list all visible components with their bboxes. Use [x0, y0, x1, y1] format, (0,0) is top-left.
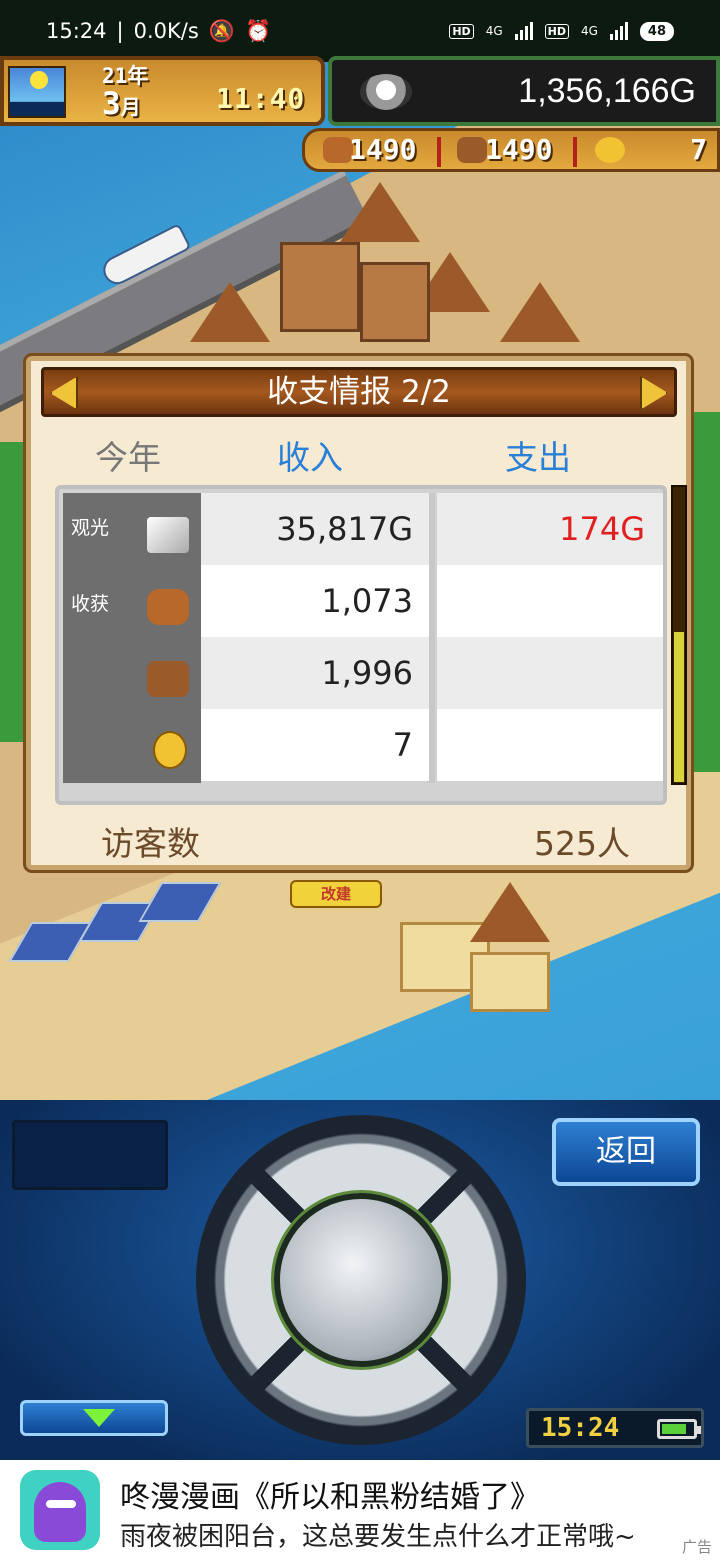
- ad-banner[interactable]: 咚漫漫画《所以和黑粉结婚了》 雨夜被困阳台，这总要发生点什么才正常哦~ 广告: [0, 1460, 720, 1560]
- silver-bar-icon: [147, 517, 189, 553]
- dialog-scrollbar[interactable]: [671, 485, 687, 785]
- expense-value: [437, 565, 663, 637]
- renovate-sign[interactable]: 改建: [290, 880, 382, 908]
- period-header: 今年: [95, 438, 161, 477]
- row-label-harvest: 收获: [71, 593, 110, 615]
- expense-value: [437, 637, 663, 709]
- month: 3月: [102, 86, 141, 122]
- income-header: 收入: [277, 438, 343, 477]
- network-type: 4G: [580, 24, 598, 38]
- table-row: 35,817G 174G: [201, 493, 663, 565]
- expense-value: [437, 709, 663, 781]
- mute-icon: 🔕: [208, 18, 235, 43]
- app-logo-icon[interactable]: [20, 1470, 100, 1550]
- wood-icon: [147, 661, 189, 697]
- wood-count: 1490: [485, 133, 553, 166]
- sun-icon: [30, 71, 48, 89]
- visitors-value: 525人: [534, 824, 630, 863]
- hd-icon: HD: [544, 23, 569, 39]
- game-time: 11:40: [216, 82, 306, 115]
- building[interactable]: [280, 242, 360, 332]
- hd-icon: HD: [449, 23, 474, 39]
- dpad-center-button[interactable]: [274, 1193, 448, 1367]
- expense-header: 支出: [505, 438, 571, 477]
- dialog-title: 收支情报 2/2: [267, 374, 451, 410]
- mini-screen: [12, 1120, 168, 1190]
- network-type: 4G: [485, 24, 503, 38]
- status-time: 15:24: [46, 19, 107, 43]
- table-row: 7: [201, 709, 663, 781]
- dialog-header: 收支情报 2/2: [41, 367, 677, 417]
- visitors-label: 访客数: [101, 824, 200, 863]
- finance-dialog: 收支情报 2/2 今年 收入 支出 观光 35,817G 174G 收获 1,0…: [26, 356, 691, 870]
- income-value: 1,073: [201, 565, 429, 637]
- signal-icon: [609, 22, 628, 40]
- table-row: 1,996: [201, 637, 663, 709]
- building[interactable]: [360, 262, 430, 342]
- alarm-icon: ⏰: [244, 18, 272, 43]
- money-panel: 1,356,166G: [328, 56, 720, 126]
- volcano-icon: [470, 882, 550, 942]
- back-button[interactable]: 返回: [552, 1118, 700, 1186]
- battery-indicator: 48: [639, 21, 674, 41]
- gold-medal-icon: [153, 731, 187, 769]
- income-value: 7: [201, 709, 429, 781]
- meat-icon: [147, 589, 189, 625]
- coin-icon: [360, 74, 412, 110]
- gold-medal-icon: [595, 137, 625, 163]
- building[interactable]: [470, 952, 550, 1012]
- clock-time: 15:24: [541, 1413, 620, 1443]
- ad-subtitle[interactable]: 雨夜被困阳台，这总要发生点什么才正常哦~: [120, 1516, 636, 1553]
- row-label-tourism: 观光: [71, 517, 110, 539]
- battery-icon: [657, 1419, 701, 1439]
- expense-value: 174G: [437, 493, 663, 565]
- volcano-icon: [500, 282, 580, 342]
- signal-icon: [514, 22, 533, 40]
- money-amount: 1,356,166G: [518, 72, 696, 110]
- resource-bar: 1490 1490 7: [302, 128, 720, 172]
- down-arrow-button[interactable]: [20, 1400, 168, 1436]
- date-panel: 21年 3月 11:40: [0, 56, 325, 126]
- controller-clock: 15:24: [526, 1408, 704, 1448]
- meat-count: 1490: [349, 133, 417, 166]
- status-bar: 15:24 | 0.0K/s 🔕 ⏰ HD 4G HD 4G 48: [0, 0, 720, 62]
- wood-icon: [457, 137, 487, 163]
- income-value: 1,996: [201, 637, 429, 709]
- income-value: 35,817G: [201, 493, 429, 565]
- weather-icon: [8, 66, 66, 118]
- game-screen: 15:24 | 0.0K/s 🔕 ⏰ HD 4G HD 4G 48 改建 21年…: [0, 0, 720, 1560]
- volcano-icon: [340, 182, 420, 242]
- finance-table: 观光 35,817G 174G 收获 1,073 1,996 7: [55, 485, 667, 805]
- ad-tag: 广告: [681, 1538, 712, 1556]
- volcano-icon: [190, 282, 270, 342]
- ad-title[interactable]: 咚漫漫画《所以和黑粉结婚了》: [120, 1472, 540, 1516]
- medal-count: 7: [690, 133, 707, 166]
- network-speed: 0.0K/s: [133, 19, 199, 43]
- scrollbar-thumb[interactable]: [674, 632, 684, 782]
- table-row: 1,073: [201, 565, 663, 637]
- controller-panel: 返回 15:24: [0, 1100, 720, 1460]
